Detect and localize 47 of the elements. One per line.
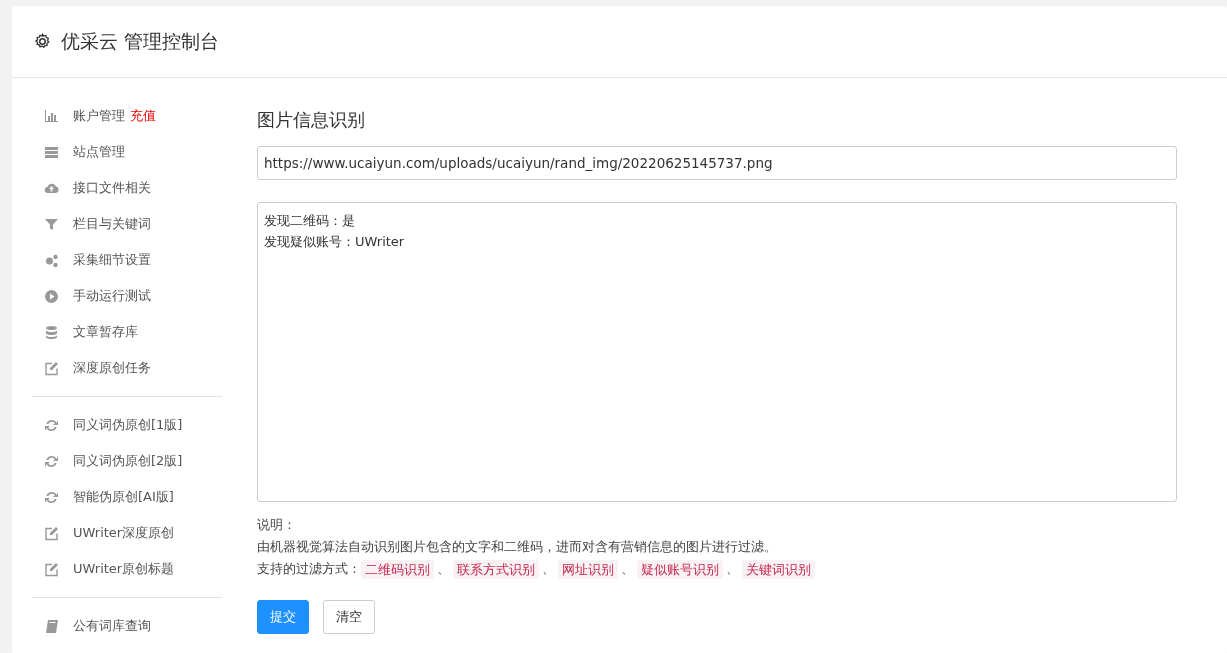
book-icon <box>44 618 59 634</box>
sidebar-item[interactable]: 站点管理 <box>32 134 222 170</box>
filter-tag: 联系方式识别 <box>453 559 539 579</box>
filter-tag: 二维码识别 <box>361 559 434 579</box>
result-textarea[interactable]: 发现二维码：是 发现疑似账号：UWriter <box>257 202 1177 502</box>
clear-button[interactable]: 清空 <box>323 600 375 634</box>
separator-mark: 、 <box>621 560 634 578</box>
play-circle-icon <box>44 288 59 304</box>
sidebar-item[interactable]: 同义词伪原创[1版] <box>32 407 222 443</box>
recharge-link[interactable]: 充值 <box>130 107 156 125</box>
sidebar-item[interactable]: 同义词伪原创[2版] <box>32 443 222 479</box>
console-title: 优采云 管理控制台 <box>61 28 220 54</box>
sidebar-item[interactable]: 账户管理 充值 <box>32 98 222 134</box>
sidebar-item[interactable]: 智能伪原创[AI版] <box>32 479 222 515</box>
filter-icon <box>44 216 59 232</box>
separator-mark: 、 <box>726 560 739 578</box>
edit-icon <box>44 525 59 541</box>
sidebar-item[interactable]: 公有词库查询 <box>32 608 222 644</box>
filter-tag: 网址识别 <box>558 559 618 579</box>
sidebar-item[interactable]: 手动运行测试 <box>32 278 222 314</box>
sidebar-item[interactable]: 采集细节设置 <box>32 242 222 278</box>
sidebar-item[interactable]: 栏目与关键词 <box>32 206 222 242</box>
database-icon <box>44 324 59 340</box>
separator-mark: 、 <box>542 560 555 578</box>
sidebar-item[interactable]: 接口文件相关 <box>32 170 222 206</box>
edit-icon <box>44 360 59 376</box>
filter-label: 支持的过滤方式： <box>257 560 361 578</box>
filter-tag: 疑似账号识别 <box>637 559 723 579</box>
refresh-icon <box>44 453 59 469</box>
filter-tag: 关键词识别 <box>742 559 815 579</box>
bar-chart-icon <box>44 108 59 124</box>
server-icon <box>44 144 59 160</box>
url-field[interactable]: https://www.ucaiyun.com/uploads/ucaiyun/rand_img/20220625145737.png <box>257 146 1177 180</box>
result-line: 发现二维码：是 <box>264 213 355 228</box>
section-title: 图片信息识别 <box>257 108 366 132</box>
notes-heading: 说明： <box>257 517 296 532</box>
edit-icon <box>44 561 59 577</box>
sidebar-item[interactable]: 深度原创任务 <box>32 350 222 386</box>
sidebar-item[interactable]: UWriter深度原创 <box>32 515 222 551</box>
sidebar-item[interactable]: 文章暂存库 <box>32 314 222 350</box>
description-text: 由机器视觉算法自动识别图片包含的文字和二维码，进而对含有营销信息的图片进行过滤。 <box>257 539 777 554</box>
settings-icon <box>34 33 51 50</box>
refresh-icon <box>44 489 59 505</box>
result-line: 发现疑似账号：UWriter <box>264 234 405 249</box>
separator-mark: 、 <box>437 560 450 578</box>
sidebar-item[interactable]: UWriter原创标题 <box>32 551 222 587</box>
refresh-icon <box>44 417 59 433</box>
